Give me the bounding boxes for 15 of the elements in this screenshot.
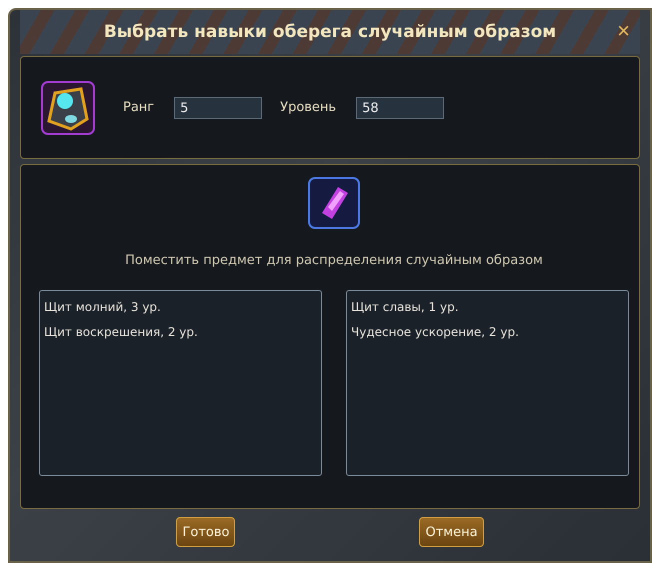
dialog-button[interactable]: Отмена <box>419 517 484 547</box>
dialog-button[interactable]: Готово <box>176 517 236 547</box>
crystal-slot-icon[interactable] <box>308 177 360 229</box>
skill-entry: Щит славы, 1 ур. <box>351 299 460 316</box>
field-label: Ранг <box>123 100 154 115</box>
amulet-item-icon[interactable] <box>41 80 95 134</box>
field-label: Уровень <box>280 100 336 115</box>
value-field: 58 <box>356 96 444 118</box>
window-title: Выбрать навыки оберега случайным образом <box>104 22 556 42</box>
skill-entry: Чудесное ускорение, 2 ур. <box>351 324 520 341</box>
instruction-text: Поместить предмет для распределения случайным образом <box>125 253 543 268</box>
value-field: 5 <box>174 96 262 118</box>
close-button[interactable]: × <box>611 18 636 44</box>
skill-entry: Щит воскрешения, 2 ур. <box>44 324 199 341</box>
skill-entry: Щит молний, 3 ур. <box>44 299 162 316</box>
